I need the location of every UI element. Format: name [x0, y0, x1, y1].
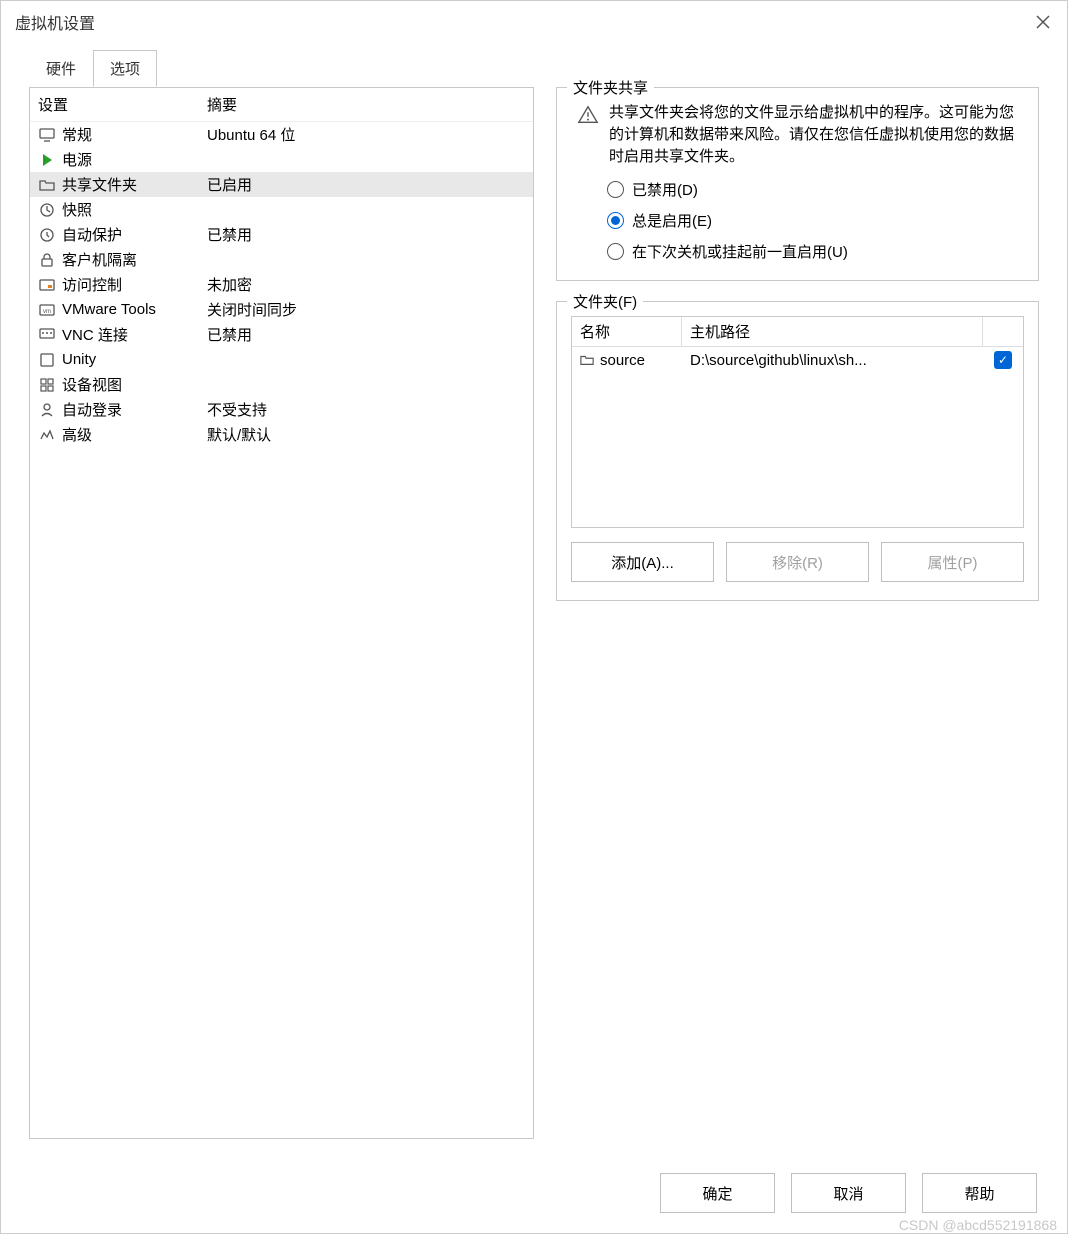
settings-label: 常规 — [62, 124, 92, 145]
settings-row[interactable]: 快照 — [30, 197, 533, 222]
device-view-icon — [38, 376, 56, 394]
window-title: 虚拟机设置 — [15, 10, 95, 34]
folder-sharing-label: 文件夹共享 — [567, 77, 654, 98]
warning-text: 共享文件夹会将您的文件显示给虚拟机中的程序。这可能为您的计算机和数据带来风险。请… — [609, 102, 1018, 167]
folder-sharing-group: 文件夹共享 共享文件夹会将您的文件显示给虚拟机中的程序。这可能为您的计算机和数据… — [556, 87, 1039, 281]
settings-row[interactable]: 自动保护 已禁用 — [30, 222, 533, 247]
settings-summary: 关闭时间同步 — [205, 299, 533, 320]
settings-row[interactable]: 访问控制 未加密 — [30, 272, 533, 297]
watermark: CSDN @abcd552191868 — [899, 1217, 1057, 1233]
settings-label: 快照 — [62, 199, 92, 220]
svg-text:vm: vm — [43, 309, 51, 315]
ok-button[interactable]: 确定 — [660, 1173, 775, 1213]
play-icon — [38, 151, 56, 169]
settings-row[interactable]: 设备视图 — [30, 372, 533, 397]
vmware-icon: vm — [38, 301, 56, 319]
settings-header: 设置 摘要 — [30, 88, 533, 122]
folders-table-header: 名称 主机路径 — [572, 317, 1023, 347]
settings-row[interactable]: 自动登录 不受支持 — [30, 397, 533, 422]
settings-label: 访问控制 — [62, 274, 122, 295]
folders-table[interactable]: 名称 主机路径 source D:\source\github\linux\sh… — [571, 316, 1024, 528]
header-summary: 摘要 — [205, 94, 533, 115]
folder-icon — [580, 353, 594, 367]
clock-icon — [38, 226, 56, 244]
settings-summary: 已启用 — [205, 174, 533, 195]
unity-icon — [38, 351, 56, 369]
radio-icon — [607, 243, 624, 260]
tab-options[interactable]: 选项 — [93, 50, 157, 87]
table-row[interactable]: source D:\source\github\linux\sh... ✓ — [572, 347, 1023, 373]
radio-disabled-label: 已禁用(D) — [632, 179, 698, 200]
settings-row[interactable]: 常规 Ubuntu 64 位 — [30, 122, 533, 147]
settings-label: 电源 — [62, 149, 92, 170]
settings-row[interactable]: 电源 — [30, 147, 533, 172]
header-setting: 设置 — [30, 94, 205, 115]
settings-row[interactable]: 共享文件夹 已启用 — [30, 172, 533, 197]
col-enabled — [983, 317, 1023, 346]
folder-share-icon — [38, 176, 56, 194]
cancel-button[interactable]: 取消 — [791, 1173, 906, 1213]
settings-summary: 已禁用 — [205, 324, 533, 345]
col-path: 主机路径 — [682, 317, 983, 346]
folder-name: source — [600, 352, 645, 369]
dialog-buttons: 确定 取消 帮助 — [660, 1173, 1037, 1213]
warning-icon — [577, 104, 599, 126]
settings-row[interactable]: 高级 默认/默认 — [30, 422, 533, 447]
folders-label: 文件夹(F) — [567, 291, 643, 312]
props-button[interactable]: 属性(P) — [881, 542, 1024, 582]
settings-label: 设备视图 — [62, 374, 122, 395]
add-button[interactable]: 添加(A)... — [571, 542, 714, 582]
settings-label: 高级 — [62, 424, 92, 445]
settings-label: 自动登录 — [62, 399, 122, 420]
vnc-icon — [38, 326, 56, 344]
remove-button[interactable]: 移除(R) — [726, 542, 869, 582]
settings-summary: Ubuntu 64 位 — [205, 124, 533, 145]
tabs: 硬件 选项 — [1, 49, 1067, 87]
radio-always[interactable]: 总是启用(E) — [607, 210, 1024, 231]
radio-until[interactable]: 在下次关机或挂起前一直启用(U) — [607, 241, 1024, 262]
settings-summary: 不受支持 — [205, 399, 533, 420]
settings-label: 客户机隔离 — [62, 249, 137, 270]
monitor-icon — [38, 126, 56, 144]
tab-hardware[interactable]: 硬件 — [29, 50, 93, 87]
settings-summary: 已禁用 — [205, 224, 533, 245]
settings-row[interactable]: 客户机隔离 — [30, 247, 533, 272]
radio-icon — [607, 212, 624, 229]
radio-icon — [607, 181, 624, 198]
lock-icon — [38, 251, 56, 269]
settings-row[interactable]: VNC 连接 已禁用 — [30, 322, 533, 347]
snapshot-icon — [38, 201, 56, 219]
settings-label: VNC 连接 — [62, 324, 128, 345]
col-name: 名称 — [572, 317, 682, 346]
titlebar: 虚拟机设置 — [1, 1, 1067, 43]
settings-label: Unity — [62, 351, 96, 368]
radio-until-label: 在下次关机或挂起前一直启用(U) — [632, 241, 848, 262]
settings-label: VMware Tools — [62, 301, 156, 318]
close-icon[interactable] — [1033, 12, 1053, 32]
advanced-icon — [38, 426, 56, 444]
settings-summary: 未加密 — [205, 274, 533, 295]
settings-label: 自动保护 — [62, 224, 122, 245]
folder-path: D:\source\github\linux\sh... — [682, 348, 983, 373]
help-button[interactable]: 帮助 — [922, 1173, 1037, 1213]
radio-always-label: 总是启用(E) — [632, 210, 712, 231]
access-icon — [38, 276, 56, 294]
settings-summary: 默认/默认 — [205, 424, 533, 445]
autologin-icon — [38, 401, 56, 419]
settings-row[interactable]: Unity — [30, 347, 533, 372]
settings-label: 共享文件夹 — [62, 174, 137, 195]
folder-enabled-checkbox[interactable]: ✓ — [994, 351, 1012, 369]
settings-panel: 设置 摘要 常规 Ubuntu 64 位 电源 共享文件夹 已启用 快照 自动保… — [29, 87, 534, 1139]
folders-group: 文件夹(F) 名称 主机路径 source D:\source\github\l… — [556, 301, 1039, 601]
settings-row[interactable]: vm VMware Tools 关闭时间同步 — [30, 297, 533, 322]
radio-disabled[interactable]: 已禁用(D) — [607, 179, 1024, 200]
